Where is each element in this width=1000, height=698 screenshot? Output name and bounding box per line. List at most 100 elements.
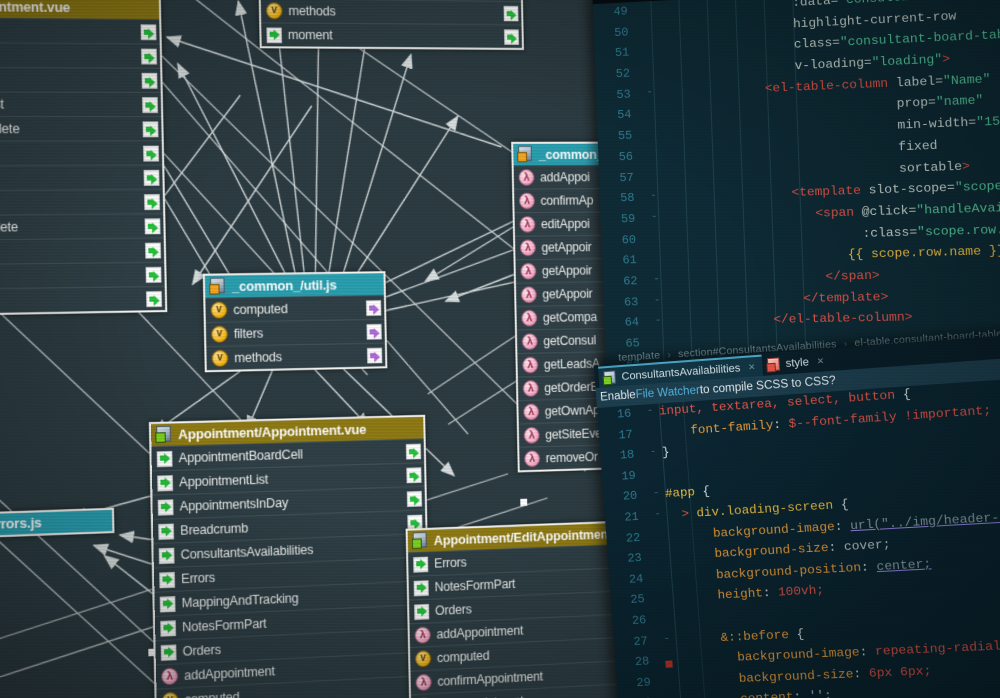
code-token: "consultants" <box>838 0 940 8</box>
fold-marker[interactable] <box>659 653 677 654</box>
diagram-node-add-appointment[interactable]: ent/AddAppointment.vue ntment itmentStat… <box>0 0 167 317</box>
css-token: { <box>833 497 849 512</box>
diagram-row[interactable] <box>0 17 160 44</box>
export-arrow-icon[interactable] <box>406 444 421 460</box>
fold-marker[interactable] <box>639 65 659 66</box>
row-label: tocomplete <box>0 194 159 211</box>
diagram-row[interactable]: moment <box>261 22 522 48</box>
export-arrow-icon[interactable] <box>144 194 160 210</box>
diagram-row[interactable]: entsAutocomplete <box>0 213 164 240</box>
code-token: "Name" <box>943 72 991 89</box>
fold-marker[interactable] <box>640 107 660 108</box>
fold-marker[interactable]: - <box>639 86 659 99</box>
css-lines[interactable]: 16-input, textarea, select, button {17 f… <box>597 374 1000 698</box>
file-watcher-link[interactable]: File Watcher <box>635 385 700 402</box>
export-arrow-icon[interactable] <box>144 170 160 186</box>
export-arrow-icon[interactable] <box>143 146 159 162</box>
diagram-row[interactable]: s <box>0 165 163 191</box>
fold-marker[interactable]: - <box>644 446 663 459</box>
fold-marker[interactable] <box>653 570 671 571</box>
diagram-node-appointment[interactable]: Appointment/Appointment.vue AppointmentB… <box>149 415 432 698</box>
diagram-row[interactable]: methods <box>206 342 385 370</box>
export-arrow-icon[interactable] <box>366 300 381 316</box>
export-arrow-icon[interactable] <box>504 6 519 21</box>
fold-marker[interactable] <box>650 529 668 530</box>
fold-marker[interactable] <box>645 467 663 468</box>
line-number: 22 <box>606 530 651 546</box>
row-label: s <box>0 170 158 186</box>
fold-marker[interactable] <box>654 591 672 592</box>
export-arrow-icon[interactable] <box>504 29 519 44</box>
diagram-row[interactable]: computed <box>205 295 384 322</box>
selection-handle[interactable] <box>520 499 527 506</box>
diagram-row[interactable] <box>0 66 161 92</box>
selection-handle[interactable] <box>148 649 155 657</box>
line-number: 53 <box>596 87 640 103</box>
fold-marker[interactable] <box>641 128 661 129</box>
fold-marker[interactable]: - <box>644 211 664 224</box>
fold-marker[interactable] <box>642 148 662 149</box>
fold-marker[interactable] <box>637 24 657 25</box>
fold-marker[interactable] <box>660 674 678 675</box>
export-arrow-icon[interactable] <box>142 73 158 89</box>
export-arrow-icon[interactable] <box>146 291 162 307</box>
export-arrow-icon[interactable] <box>145 218 161 234</box>
function-icon <box>519 216 535 232</box>
row-label: entsAutocomplete <box>0 218 159 235</box>
fold-marker[interactable] <box>662 695 680 696</box>
export-arrow-icon[interactable] <box>141 24 157 40</box>
fold-marker[interactable] <box>642 425 660 426</box>
fold-marker[interactable] <box>638 44 658 45</box>
code-editor-style[interactable]: ConsultantsAvailabilities × style × Enab… <box>594 330 1000 698</box>
function-icon <box>523 404 539 421</box>
diagram-row[interactable]: methods <box>261 0 522 24</box>
export-arrow-icon[interactable] <box>141 49 157 65</box>
export-arrow-icon[interactable] <box>142 97 158 113</box>
export-arrow-icon[interactable] <box>367 348 382 364</box>
fold-marker[interactable] <box>645 232 665 233</box>
fold-marker[interactable]: - <box>657 633 676 646</box>
fold-marker[interactable]: - <box>648 315 668 327</box>
fold-marker[interactable] <box>656 612 674 613</box>
code-token: "name" <box>936 94 984 110</box>
fold-marker[interactable]: - <box>647 487 666 500</box>
fold-marker[interactable] <box>651 550 669 551</box>
export-arrow-icon[interactable] <box>406 467 421 483</box>
fold-marker[interactable] <box>646 253 666 254</box>
css-token: cover; <box>844 538 892 555</box>
line-number: 52 <box>595 66 639 82</box>
fold-marker[interactable]: - <box>641 405 660 418</box>
diagram-row[interactable]: filters <box>206 319 385 346</box>
line-number: 60 <box>601 232 645 247</box>
export-arrow-icon[interactable] <box>145 243 161 259</box>
export-arrow-icon[interactable] <box>146 267 162 283</box>
export-arrow-icon[interactable] <box>366 324 381 340</box>
diagram-row[interactable] <box>0 286 165 315</box>
css-token: { <box>695 485 711 500</box>
export-arrow-icon[interactable] <box>143 121 159 137</box>
diagram-node-store-actions[interactable]: getAppointmentsList getCompanyAppointmen… <box>256 0 524 50</box>
fold-marker[interactable]: - <box>646 273 666 286</box>
code-lines[interactable]: 49 :data="consultants"50 highlight-curre… <box>592 0 1000 382</box>
diagram-row[interactable]: tocomplete <box>0 189 163 216</box>
close-icon[interactable]: × <box>748 361 755 374</box>
fold-marker[interactable]: - <box>648 508 667 521</box>
diagram-row[interactable]: Autocomplete <box>0 140 162 165</box>
export-arrow-icon[interactable] <box>407 491 422 507</box>
diagram-node-common-util[interactable]: _common_/util.js computed filters method… <box>203 271 388 372</box>
fold-marker[interactable]: - <box>643 190 663 203</box>
node-rows: computed filters methods <box>205 295 385 370</box>
import-icon <box>414 580 429 596</box>
fold-marker[interactable]: - <box>647 294 667 306</box>
fold-marker[interactable] <box>642 169 662 170</box>
fold-marker[interactable] <box>636 3 656 4</box>
css-token: : <box>861 560 878 575</box>
breakpoint-icon[interactable] <box>665 661 673 668</box>
line-number: 62 <box>603 274 647 289</box>
diagram-row[interactable]: tantsAutocomplete <box>0 116 162 141</box>
close-icon[interactable]: × <box>817 355 825 368</box>
css-token: ''; <box>808 689 832 698</box>
diagram-row[interactable]: ntment <box>0 42 160 68</box>
diagram-row[interactable]: itmentStatusList <box>0 91 161 116</box>
code-editor-template[interactable]: 49 :data="consultants"50 highlight-curre… <box>592 0 1000 382</box>
